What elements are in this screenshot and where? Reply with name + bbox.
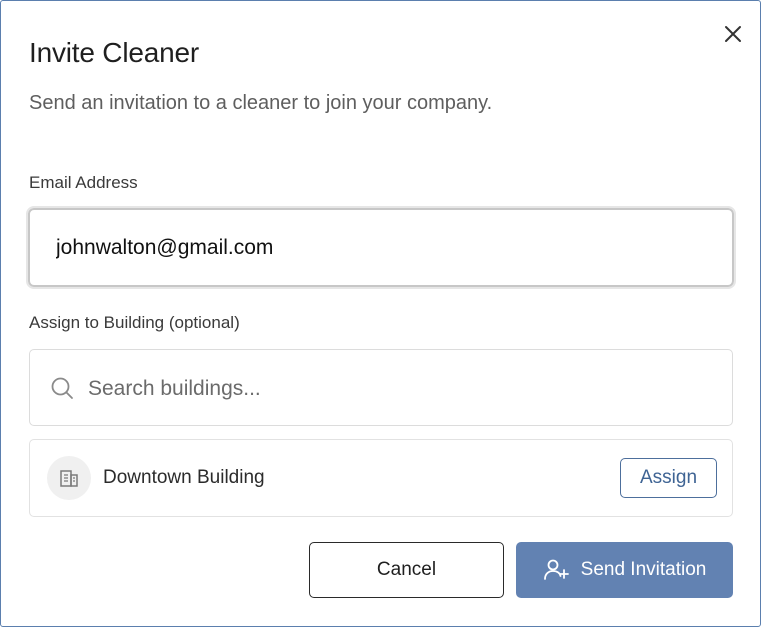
assign-button[interactable]: Assign [620, 458, 717, 498]
cancel-button[interactable]: Cancel [309, 542, 504, 598]
building-icon [60, 470, 78, 487]
list-item: Downtown Building Assign [29, 439, 733, 517]
send-invitation-label: Send Invitation [580, 559, 707, 580]
email-label: Email Address [29, 173, 138, 192]
invite-cleaner-dialog: Invite Cleaner Send an invitation to a c… [0, 0, 761, 627]
search-input[interactable] [86, 350, 710, 427]
dialog-subtitle: Send an invitation to a cleaner to join … [29, 92, 493, 114]
close-button[interactable] [721, 22, 745, 46]
send-invitation-button[interactable]: Send Invitation [516, 542, 733, 598]
building-name: Downtown Building [103, 467, 265, 488]
search-icon [51, 377, 73, 399]
dialog-title: Invite Cleaner [29, 37, 199, 68]
user-plus-icon [543, 557, 569, 583]
building-label: Assign to Building (optional) [29, 313, 240, 332]
building-avatar [47, 456, 91, 500]
close-icon [725, 26, 741, 42]
building-search[interactable] [29, 349, 733, 427]
email-field[interactable] [26, 206, 736, 289]
